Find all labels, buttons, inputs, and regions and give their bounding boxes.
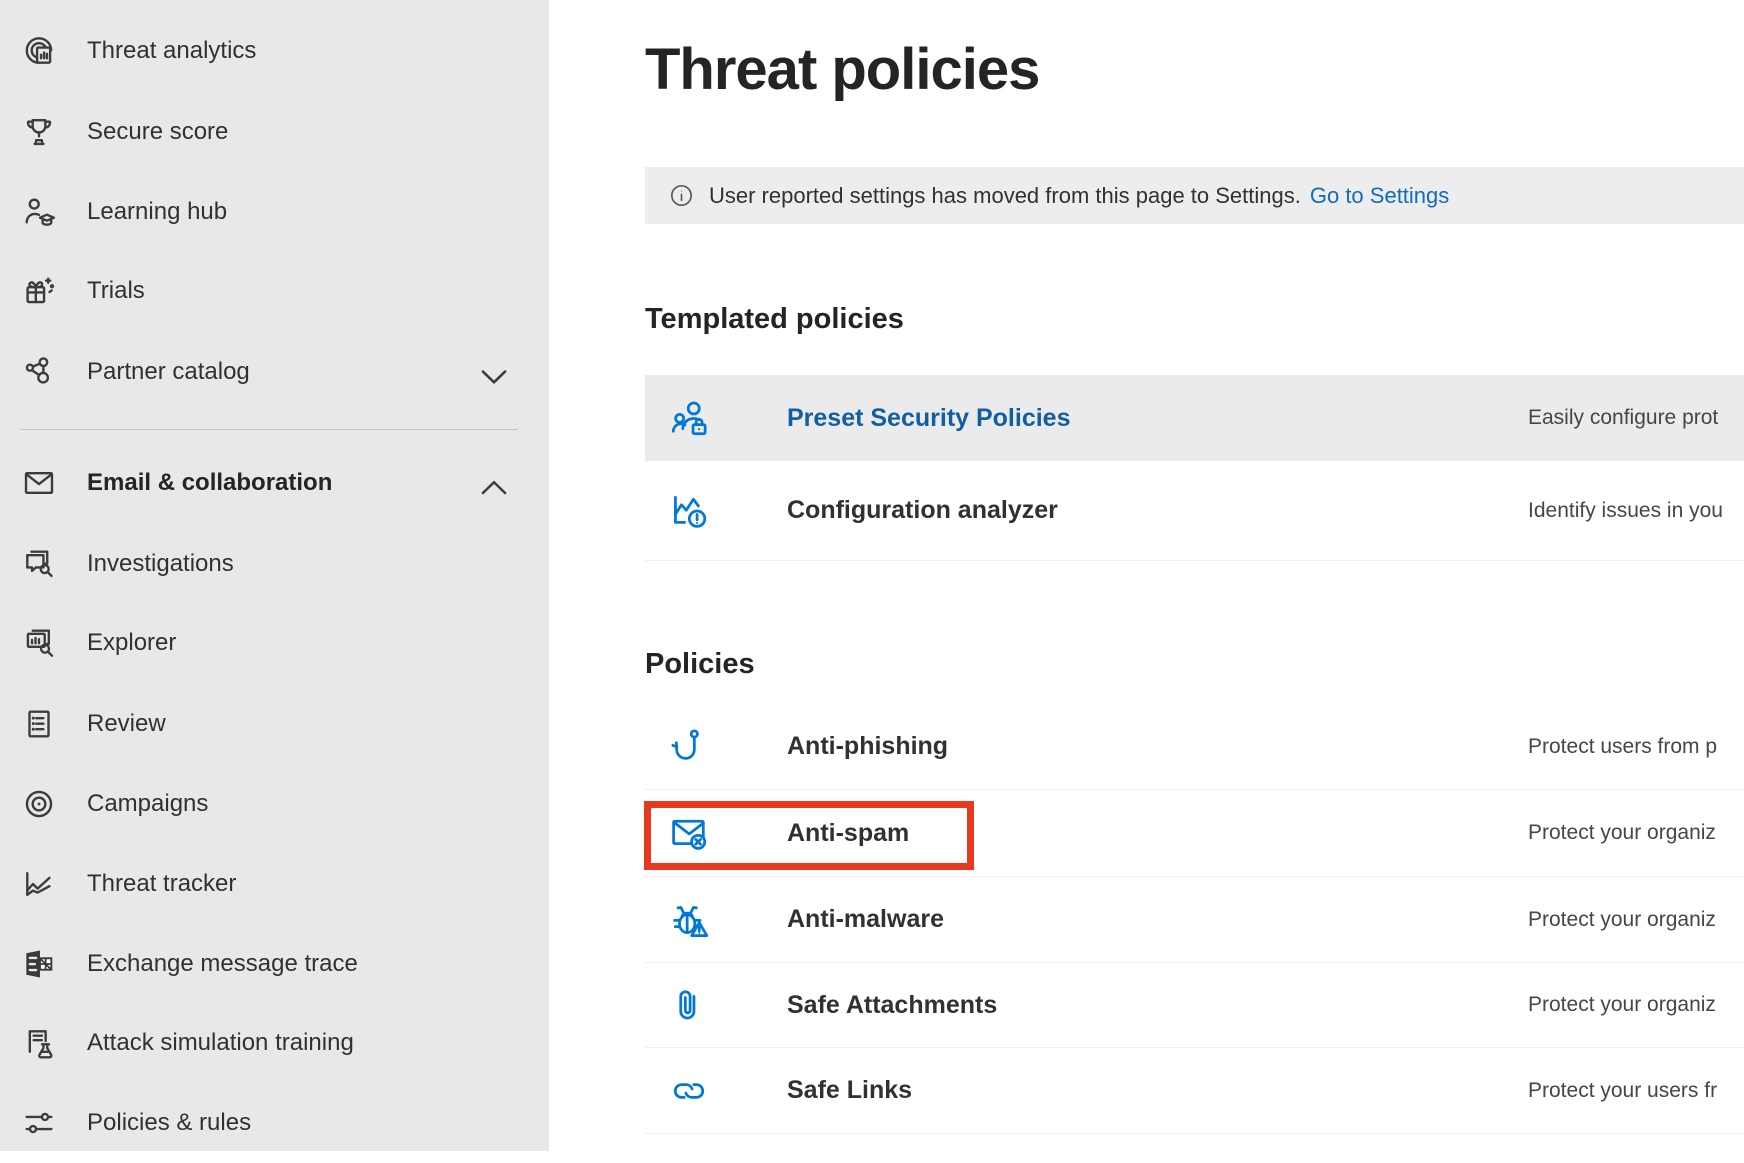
row-label[interactable]: Safe Attachments <box>787 991 997 1020</box>
row-label[interactable]: Anti-spam <box>787 819 909 848</box>
row-anti-phishing[interactable]: Anti-phishing Protect users from p <box>645 704 1744 790</box>
row-safe-links[interactable]: Safe Links Protect your users fr <box>645 1048 1744 1134</box>
sidebar-item-investigations[interactable]: Investigations <box>0 524 549 604</box>
row-description: Easily configure prot <box>1528 406 1718 430</box>
sidebar-item-explorer[interactable]: Explorer <box>0 603 549 683</box>
sidebar-item-label: Secure score <box>87 118 228 146</box>
exchange-icon <box>20 945 58 983</box>
policies-heading: Policies <box>645 648 755 681</box>
sidebar-item-learning-hub[interactable]: Learning hub <box>0 172 549 252</box>
sidebar-item-email-collaboration[interactable]: Email & collaboration <box>0 443 549 523</box>
row-preset-security-policies[interactable]: Preset Security Policies Easily configur… <box>645 375 1744 461</box>
row-label[interactable]: Anti-phishing <box>787 732 948 761</box>
attack-simulation-icon <box>20 1024 58 1062</box>
sidebar-item-policies-rules[interactable]: Policies & rules <box>0 1083 549 1163</box>
sidebar-item-threat-analytics[interactable]: Threat analytics <box>0 11 549 91</box>
sidebar-item-attack-simulation-training[interactable]: Attack simulation training <box>0 1003 549 1083</box>
page-title: Threat policies <box>645 36 1039 103</box>
sidebar-divider <box>20 429 518 430</box>
templated-policies-heading: Templated policies <box>645 303 904 336</box>
partner-catalog-icon <box>20 353 58 391</box>
campaigns-icon <box>20 785 58 823</box>
sidebar-item-label: Campaigns <box>87 790 208 818</box>
sidebar-item-label: Email & collaboration <box>87 469 332 497</box>
row-label[interactable]: Anti-malware <box>787 905 944 934</box>
explorer-icon <box>20 624 58 662</box>
safe-links-icon <box>667 1069 711 1113</box>
review-icon <box>20 705 58 743</box>
sidebar-item-secure-score[interactable]: Secure score <box>0 92 549 172</box>
sidebar-item-label: Investigations <box>87 550 234 578</box>
sidebar-item-label: Partner catalog <box>87 358 250 386</box>
row-description: Protect your organiz <box>1528 821 1716 845</box>
learning-hub-icon <box>20 193 58 231</box>
sidebar-item-label: Policies & rules <box>87 1109 251 1137</box>
threat-analytics-icon <box>20 32 58 70</box>
sidebar-item-campaigns[interactable]: Campaigns <box>0 764 549 844</box>
sidebar-item-label: Trials <box>87 277 145 305</box>
row-safe-attachments[interactable]: Safe Attachments Protect your organiz <box>645 963 1744 1048</box>
anti-malware-icon <box>667 898 711 942</box>
anti-phishing-icon <box>667 725 711 769</box>
row-description: Protect your users fr <box>1528 1079 1717 1103</box>
row-configuration-analyzer[interactable]: Configuration analyzer Identify issues i… <box>645 461 1744 561</box>
sidebar-item-exchange-message-trace[interactable]: Exchange message trace <box>0 924 549 1004</box>
policies-rules-icon <box>20 1104 58 1142</box>
preset-security-policies-icon <box>667 396 711 440</box>
row-label[interactable]: Preset Security Policies <box>787 404 1070 433</box>
sidebar-item-label: Learning hub <box>87 198 227 226</box>
chevron-down-icon <box>475 357 513 395</box>
anti-spam-icon <box>667 811 711 855</box>
safe-attachments-icon <box>667 983 711 1027</box>
row-anti-spam[interactable]: Anti-spam Protect your organiz <box>645 790 1744 877</box>
sidebar: Threat analytics Secure score Learning h… <box>0 0 549 1151</box>
trials-icon <box>20 272 58 310</box>
sidebar-item-review[interactable]: Review <box>0 684 549 764</box>
row-description: Protect your organiz <box>1528 993 1716 1017</box>
sidebar-item-partner-catalog[interactable]: Partner catalog <box>0 332 549 412</box>
info-icon <box>668 182 695 209</box>
email-icon <box>20 464 58 502</box>
threat-tracker-icon <box>20 865 58 903</box>
sidebar-item-label: Attack simulation training <box>87 1029 354 1057</box>
sidebar-item-label: Threat analytics <box>87 37 256 65</box>
sidebar-item-label: Review <box>87 710 166 738</box>
configuration-analyzer-icon <box>667 489 711 533</box>
row-description: Protect your organiz <box>1528 908 1716 932</box>
info-banner: User reported settings has moved from th… <box>645 167 1744 224</box>
row-description: Identify issues in you <box>1528 499 1723 523</box>
chevron-up-icon <box>475 468 513 506</box>
threat-policies-page: { "sidebar": { "items": [ {"label": "Thr… <box>0 0 1744 1151</box>
go-to-settings-link[interactable]: Go to Settings <box>1310 183 1449 209</box>
sidebar-item-trials[interactable]: Trials <box>0 251 549 331</box>
row-label[interactable]: Safe Links <box>787 1076 912 1105</box>
secure-score-icon <box>20 113 58 151</box>
row-label[interactable]: Configuration analyzer <box>787 496 1058 525</box>
sidebar-item-threat-tracker[interactable]: Threat tracker <box>0 844 549 924</box>
sidebar-item-label: Explorer <box>87 629 176 657</box>
investigations-icon <box>20 545 58 583</box>
banner-message: User reported settings has moved from th… <box>709 183 1301 209</box>
row-anti-malware[interactable]: Anti-malware Protect your organiz <box>645 877 1744 963</box>
main-content: Threat policies User reported settings h… <box>549 0 1744 1151</box>
row-description: Protect users from p <box>1528 735 1717 759</box>
sidebar-item-label: Exchange message trace <box>87 950 358 978</box>
sidebar-item-label: Threat tracker <box>87 870 236 898</box>
